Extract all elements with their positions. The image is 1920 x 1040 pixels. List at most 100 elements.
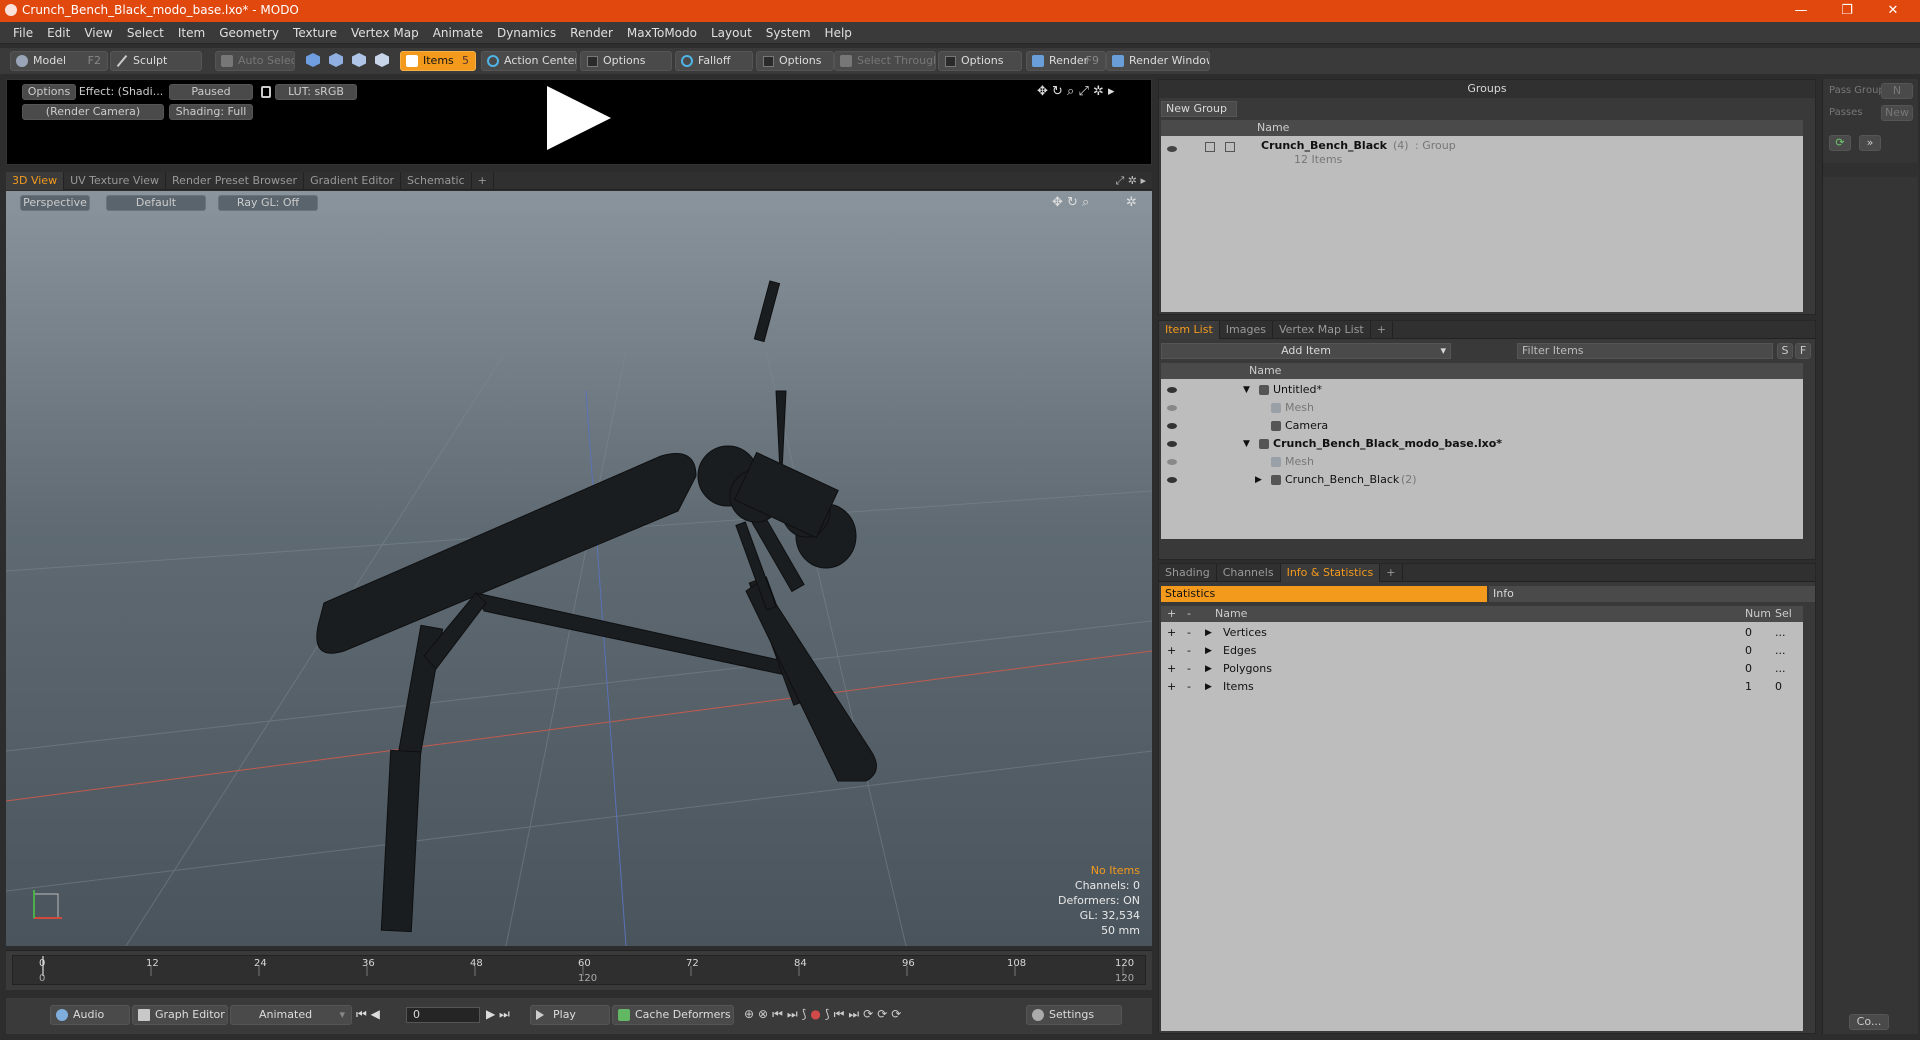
group-item-name[interactable]: Crunch_Bench_Black: [1261, 139, 1387, 152]
animated-dropdown[interactable]: Animated ▾: [230, 1005, 352, 1025]
expand-icon[interactable]: »: [1859, 135, 1881, 151]
filter-f-button[interactable]: F: [1795, 343, 1811, 359]
expand-arrow-icon[interactable]: ▶: [1205, 642, 1212, 660]
items-mode-button[interactable]: Items 5: [400, 51, 476, 71]
eye-icon[interactable]: [1167, 423, 1177, 429]
menu-item[interactable]: Item: [171, 22, 212, 44]
menu-animate[interactable]: Animate: [426, 22, 490, 44]
tab-channels[interactable]: Channels: [1217, 563, 1281, 582]
perspective-dropdown[interactable]: Perspective: [20, 195, 90, 211]
eye-icon[interactable]: [1167, 146, 1177, 152]
filter-items-input[interactable]: Filter Items: [1517, 343, 1773, 359]
list-item[interactable]: Camera: [1161, 417, 1803, 435]
plus-icon[interactable]: +: [1167, 624, 1176, 642]
menu-texture[interactable]: Texture: [286, 22, 344, 44]
default-dropdown[interactable]: Default: [106, 195, 206, 211]
list-item[interactable]: ▶ Crunch_Bench_Black (2): [1161, 471, 1803, 489]
minus-icon[interactable]: -: [1187, 624, 1191, 642]
expand-arrow-icon[interactable]: ▼: [1243, 435, 1250, 453]
cache-deformers-button[interactable]: Cache Deformers: [612, 1005, 734, 1025]
new-group-button[interactable]: New Group: [1161, 101, 1237, 117]
preview-options-button[interactable]: Options: [22, 84, 76, 100]
co-button[interactable]: Co...: [1849, 1014, 1889, 1030]
expand-arrow-icon[interactable]: ▼: [1243, 381, 1250, 399]
sculpt-button[interactable]: Sculpt: [110, 51, 202, 71]
menu-maxtomodo[interactable]: MaxToModo: [620, 22, 704, 44]
lock-icon[interactable]: [261, 86, 271, 98]
menu-layout[interactable]: Layout: [704, 22, 759, 44]
table-row[interactable]: + - ▶ Polygons 0...: [1161, 660, 1803, 678]
render-button[interactable]: Render F9: [1026, 51, 1106, 71]
group-checkbox[interactable]: [1205, 142, 1215, 152]
options-button-3[interactable]: Options: [938, 51, 1022, 71]
play-preview-icon[interactable]: [547, 86, 611, 150]
tab-gradient-editor[interactable]: Gradient Editor: [304, 171, 401, 190]
select-through-button[interactable]: Select Through: [834, 51, 936, 71]
eye-icon[interactable]: [1167, 405, 1177, 411]
transport-prev-icons[interactable]: ⏮ ◀: [356, 1007, 380, 1022]
info-tab[interactable]: Info: [1489, 586, 1815, 602]
expand-arrow-icon[interactable]: ▶: [1205, 660, 1212, 678]
options-checkbox-3[interactable]: [945, 56, 956, 67]
tab-shading[interactable]: Shading: [1159, 563, 1217, 582]
transport-next-icons[interactable]: ▶ ⏭: [486, 1007, 510, 1022]
options-checkbox-1[interactable]: [587, 56, 598, 67]
maximize-button[interactable]: ❐: [1824, 0, 1870, 22]
frame-input[interactable]: 0: [406, 1007, 480, 1023]
key-tools-icons[interactable]: ⊕⊗⏮⏭⟆●⟆⏮⏭⟳⟳⟳: [744, 1007, 905, 1022]
tab-uv-texture-view[interactable]: UV Texture View: [64, 171, 167, 190]
list-item[interactable]: ▼ Crunch_Bench_Black_modo_base.lxo*: [1161, 435, 1803, 453]
minus-icon[interactable]: -: [1187, 642, 1191, 660]
tab-info-statistics[interactable]: Info & Statistics: [1280, 563, 1381, 582]
shading-dropdown[interactable]: Shading: Full: [169, 104, 253, 120]
audio-button[interactable]: Audio: [50, 1005, 130, 1025]
table-row[interactable]: + - ▶ Edges 0...: [1161, 642, 1803, 660]
tab-item-list[interactable]: Item List: [1159, 320, 1220, 339]
plus-icon[interactable]: +: [1167, 678, 1176, 696]
minimize-button[interactable]: —: [1778, 0, 1824, 22]
model-button[interactable]: Model F2: [10, 51, 108, 71]
add-tab-button-3[interactable]: +: [1380, 563, 1403, 582]
tab-schematic[interactable]: Schematic: [401, 171, 472, 190]
options-button-2[interactable]: Options: [756, 51, 834, 71]
menu-system[interactable]: System: [759, 22, 818, 44]
settings-button[interactable]: Settings: [1026, 1005, 1122, 1025]
tab-vertex-map-list[interactable]: Vertex Map List: [1273, 320, 1371, 339]
viewport-panel-icons[interactable]: ⤢ ✲ ▸: [1115, 174, 1146, 188]
polygon-mode-icon[interactable]: [352, 53, 366, 67]
statistics-tab[interactable]: Statistics: [1161, 586, 1487, 602]
add-tab-button-2[interactable]: +: [1371, 320, 1393, 339]
menu-select[interactable]: Select: [120, 22, 171, 44]
menu-view[interactable]: View: [77, 22, 119, 44]
edge-mode-icon[interactable]: [329, 53, 343, 67]
options-checkbox-2[interactable]: [763, 56, 774, 67]
expand-arrow-icon[interactable]: ▶: [1205, 624, 1212, 642]
minus-icon[interactable]: -: [1187, 660, 1191, 678]
auto-select-button[interactable]: Auto Select: [215, 51, 295, 71]
expand-arrow-icon[interactable]: ▶: [1205, 678, 1212, 696]
list-item[interactable]: Mesh: [1161, 399, 1803, 417]
viewport-nav-icons[interactable]: ✥ ↻ ⌕: [1052, 195, 1089, 210]
lut-dropdown[interactable]: LUT: sRGB: [275, 84, 357, 100]
tab-3d-view[interactable]: 3D View: [6, 171, 65, 190]
expand-arrow-icon[interactable]: ▶: [1255, 471, 1262, 489]
falloff-button[interactable]: Falloff: [675, 51, 753, 71]
group-checkbox-2[interactable]: [1225, 142, 1235, 152]
play-button[interactable]: Play: [530, 1005, 610, 1025]
material-mode-icon[interactable]: [375, 53, 389, 67]
graph-editor-button[interactable]: Graph Editor: [132, 1005, 228, 1025]
options-button-1[interactable]: Options: [580, 51, 672, 71]
timeline[interactable]: 0 12 24 36 48 60 72 84 96 108 120 0 120 …: [6, 950, 1152, 990]
preview-nav-icons[interactable]: ✥ ↻ ⌕ ⤢ ✲ ▸: [1037, 84, 1115, 99]
eye-icon[interactable]: [1167, 459, 1177, 465]
table-row[interactable]: + - ▶ Items 1 0: [1161, 678, 1803, 696]
menu-file[interactable]: File: [6, 22, 40, 44]
eye-icon[interactable]: [1167, 477, 1177, 483]
add-item-dropdown[interactable]: Add Item ▾: [1161, 343, 1451, 359]
table-row[interactable]: + - ▶ Vertices 0...: [1161, 624, 1803, 642]
pass-groups-dropdown[interactable]: N: [1881, 83, 1913, 99]
plus-icon[interactable]: +: [1167, 660, 1176, 678]
menu-help[interactable]: Help: [818, 22, 859, 44]
effect-dropdown[interactable]: Effect: (Shadi...: [77, 84, 165, 100]
close-button[interactable]: ✕: [1870, 0, 1916, 22]
